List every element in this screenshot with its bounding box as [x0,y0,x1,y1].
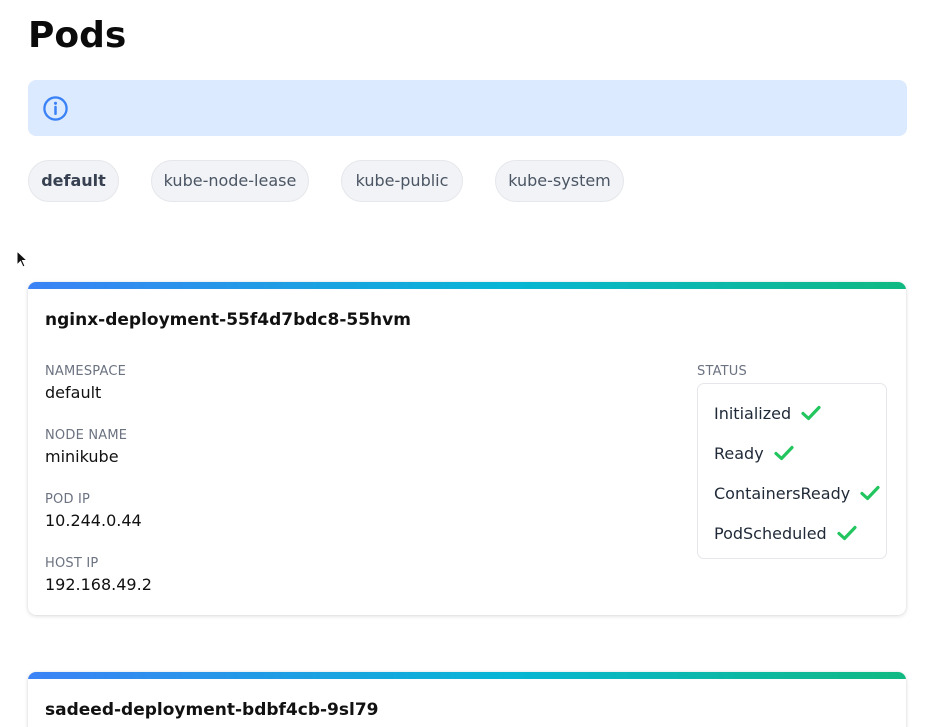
namespace-tab-kube-public[interactable]: kube-public [341,160,463,202]
pod-name: nginx-deployment-55f4d7bdc8-55hvm [45,310,411,330]
field-value: 10.244.0.44 [45,511,142,530]
field-value: 192.168.49.2 [45,575,152,594]
check-icon [774,445,794,461]
info-banner [28,80,907,136]
field-value: default [45,383,102,402]
field-host-ip: HOST IP 192.168.49.2 [45,556,152,596]
status-label: STATUS [697,364,747,379]
namespace-tab-kube-system[interactable]: kube-system [495,160,624,202]
field-value: minikube [45,447,119,466]
field-label: POD IP [45,492,91,507]
pod-card[interactable]: sadeed-deployment-bdbf4cb-9sl79 [28,672,906,727]
field-label: NODE NAME [45,428,128,443]
condition-label: Ready [714,443,764,463]
pod-name: sadeed-deployment-bdbf4cb-9sl79 [45,700,379,720]
check-icon [837,525,857,541]
page-title: Pods [28,15,127,56]
namespace-tab-default[interactable]: default [28,160,119,202]
field-label: NAMESPACE [45,364,127,379]
card-accent-bar [28,282,906,289]
field-pod-ip: POD IP 10.244.0.44 [45,492,142,532]
info-icon [43,96,68,121]
field-node-name: NODE NAME minikube [45,428,127,468]
condition-label: PodScheduled [714,523,827,543]
condition-containers-ready: ContainersReady [714,481,880,505]
condition-label: Initialized [714,403,792,423]
condition-initialized: Initialized [714,401,821,425]
condition-ready: Ready [714,441,794,465]
status-conditions: Initialized Ready ContainersReady PodSch… [697,383,887,559]
card-accent-bar [28,672,906,679]
pod-card[interactable]: nginx-deployment-55f4d7bdc8-55hvm NAMESP… [28,282,906,615]
mouse-cursor-icon [16,250,28,268]
pods-page: Pods default kube-node-lease kube-public… [0,0,936,727]
condition-pod-scheduled: PodScheduled [714,521,857,545]
field-label: HOST IP [45,556,99,571]
field-namespace: NAMESPACE default [45,364,126,404]
check-icon [860,485,880,501]
check-icon [801,405,821,421]
condition-label: ContainersReady [714,483,851,503]
namespace-tab-kube-node-lease[interactable]: kube-node-lease [151,160,309,202]
